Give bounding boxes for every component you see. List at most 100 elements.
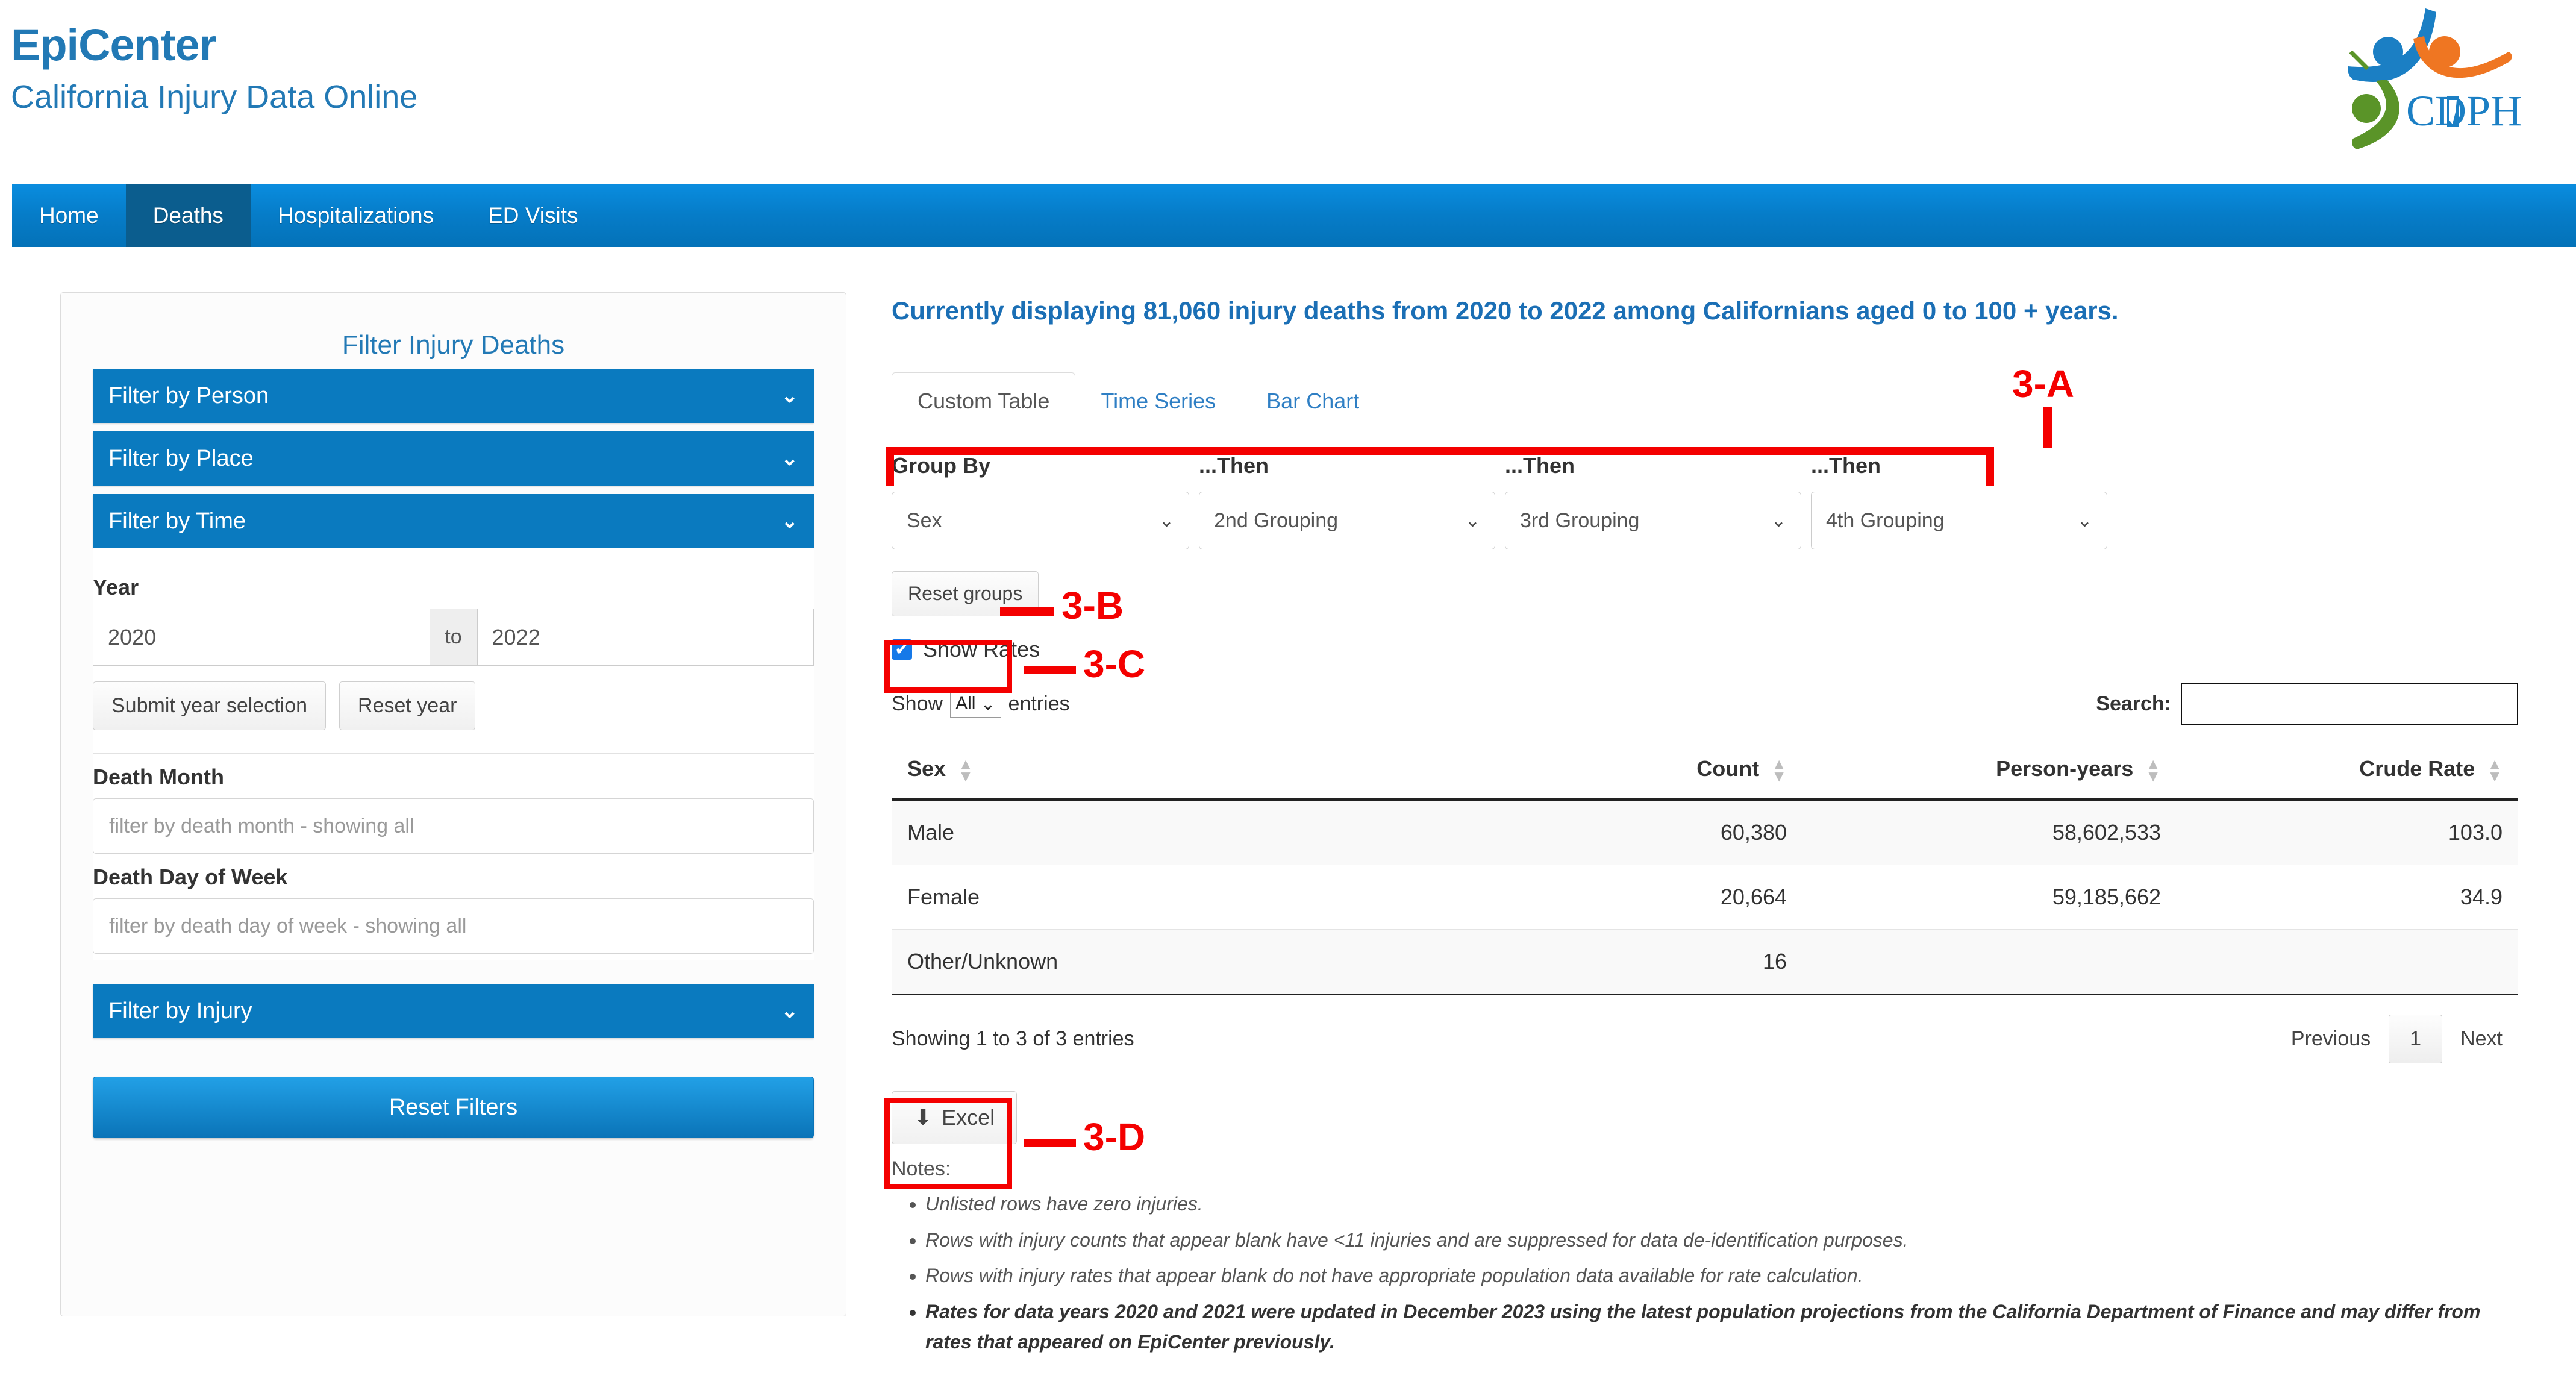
- show-entries-control: Show All ⌄ entries: [892, 690, 1070, 718]
- annotation-3d-leader: [1024, 1139, 1076, 1147]
- accordion-label-injury: Filter by Injury: [108, 998, 252, 1024]
- accordion-filter-by-injury[interactable]: Filter by Injury ⌄: [93, 984, 814, 1038]
- table-controls: Show All ⌄ entries Search:: [892, 683, 2518, 725]
- chevron-down-icon: ⌄: [1465, 510, 1480, 531]
- pagination-next[interactable]: Next: [2445, 1015, 2518, 1063]
- cell-count: 60,380: [1477, 800, 1802, 866]
- column-header-count-label: Count: [1696, 756, 1760, 781]
- column-header-person-years[interactable]: Person-years ▲ ▼: [1802, 745, 2177, 801]
- cell-person-years: [1802, 929, 2177, 996]
- annotation-3d-box: [884, 1098, 1012, 1189]
- group-by-headers: Group By ...Then ...Then ...Then: [892, 453, 2518, 478]
- cell-count: 16: [1477, 929, 1802, 996]
- pagination: Previous 1 Next: [2275, 1015, 2518, 1064]
- group-by-selects: Sex ⌄ 2nd Grouping ⌄ 3rd Grouping ⌄ 4th …: [892, 492, 2518, 549]
- sort-icon: ▲ ▼: [1771, 754, 1787, 786]
- accordion-filter-by-person[interactable]: Filter by Person ⌄: [93, 369, 814, 423]
- cell-crude-rate: 103.0: [2177, 800, 2518, 866]
- nav-item-deaths[interactable]: Deaths: [125, 184, 251, 247]
- annotation-3b-leader: [1000, 607, 1054, 616]
- year-to-input[interactable]: 2022: [477, 609, 814, 666]
- accordion-filter-by-place[interactable]: Filter by Place ⌄: [93, 431, 814, 486]
- cdph-logo: CDPH: [2329, 6, 2564, 157]
- show-entries-suffix: entries: [1008, 692, 1070, 715]
- nav-item-hospitalizations[interactable]: Hospitalizations: [251, 184, 461, 247]
- year-button-row: Submit year selection Reset year: [93, 681, 814, 730]
- year-from-input[interactable]: 2020: [93, 609, 430, 666]
- group-by-select-4-value: 4th Grouping: [1826, 509, 1945, 532]
- site-header: EpiCenter California Injury Data Online …: [0, 0, 2576, 181]
- group-by-section: Group By ...Then ...Then ...Then Sex ⌄ 2…: [892, 453, 2518, 549]
- accordion-label-place: Filter by Place: [108, 445, 254, 471]
- death-day-of-week-input[interactable]: filter by death day of week - showing al…: [93, 898, 814, 954]
- main-nav: Home Deaths Hospitalizations ED Visits: [12, 184, 2576, 247]
- table-body: Male 60,380 58,602,533 103.0 Female 20,6…: [892, 800, 2518, 996]
- group-by-select-1[interactable]: Sex ⌄: [892, 492, 1189, 549]
- nav-item-home[interactable]: Home: [12, 184, 126, 247]
- brand-title: EpiCenter: [11, 20, 217, 70]
- column-header-sex[interactable]: Sex ▲ ▼: [892, 745, 1477, 801]
- pagination-page-1[interactable]: 1: [2389, 1015, 2443, 1064]
- column-header-crude-rate[interactable]: Crude Rate ▲ ▼: [2177, 745, 2518, 801]
- entries-info: Showing 1 to 3 of 3 entries: [892, 1027, 1134, 1051]
- filter-panel-title: Filter Injury Deaths: [342, 330, 565, 360]
- reset-year-button[interactable]: Reset year: [339, 681, 476, 730]
- annotation-label-3d: 3-D: [1083, 1115, 1146, 1159]
- death-month-label: Death Month: [93, 765, 224, 789]
- annotation-label-3a: 3-A: [2012, 362, 2075, 405]
- annotation-label-3b: 3-B: [1061, 584, 1124, 627]
- results-heading: Currently displaying 81,060 injury death…: [892, 296, 2119, 325]
- annotation-3a-bracket-left: [886, 447, 894, 486]
- group-by-select-1-value: Sex: [907, 509, 942, 532]
- group-by-label-1: Group By: [892, 453, 991, 478]
- chevron-down-icon: ⌄: [781, 510, 799, 533]
- group-by-select-4[interactable]: 4th Grouping ⌄: [1811, 492, 2107, 549]
- cell-crude-rate: 34.9: [2177, 865, 2518, 930]
- column-header-count[interactable]: Count ▲ ▼: [1477, 745, 1802, 801]
- chevron-down-icon: ⌄: [2077, 510, 2092, 531]
- group-by-label-4: ...Then: [1811, 453, 1881, 478]
- entries-per-page-select[interactable]: All ⌄: [950, 690, 1001, 718]
- search-label: Search:: [2096, 692, 2171, 715]
- results-table: Sex ▲ ▼ Count ▲ ▼ Person-years ▲ ▼ Crude Ra…: [892, 745, 2518, 996]
- cell-sex: Male: [892, 800, 1477, 866]
- submit-year-selection-button[interactable]: Submit year selection: [93, 681, 327, 730]
- chevron-down-icon: ⌄: [980, 693, 996, 714]
- year-label: Year: [93, 575, 139, 599]
- accordion-label-person: Filter by Person: [108, 383, 269, 408]
- table-row: Female 20,664 59,185,662 34.9: [892, 865, 2518, 930]
- annotation-3a-bracket-right: [1986, 447, 1994, 486]
- search-input[interactable]: [2181, 683, 2518, 725]
- column-header-person-years-label: Person-years: [1996, 756, 2134, 781]
- year-to-separator: to: [430, 609, 477, 666]
- group-by-select-3[interactable]: 3rd Grouping ⌄: [1505, 492, 1801, 549]
- chevron-down-icon: ⌄: [781, 447, 799, 470]
- group-by-select-2[interactable]: 2nd Grouping ⌄: [1199, 492, 1495, 549]
- reset-filters-button[interactable]: Reset Filters: [93, 1077, 814, 1138]
- tab-bar-chart[interactable]: Bar Chart: [1241, 373, 1384, 430]
- group-by-select-3-value: 3rd Grouping: [1520, 509, 1640, 532]
- table-footer: Showing 1 to 3 of 3 entries Previous 1 N…: [892, 1015, 2518, 1064]
- entries-per-page-value: All: [955, 693, 976, 713]
- pagination-previous[interactable]: Previous: [2275, 1015, 2386, 1063]
- cell-sex: Female: [892, 865, 1477, 930]
- sort-icon: ▲ ▼: [958, 754, 974, 786]
- table-head: Sex ▲ ▼ Count ▲ ▼ Person-years ▲ ▼ Crude Ra…: [892, 745, 2518, 801]
- cell-count: 20,664: [1477, 865, 1802, 930]
- year-range-row: 2020 to 2022: [93, 609, 814, 666]
- brand-subtitle: California Injury Data Online: [11, 79, 418, 115]
- tab-custom-table[interactable]: Custom Table: [892, 372, 1076, 430]
- tab-time-series[interactable]: Time Series: [1075, 373, 1241, 430]
- note-item: Rows with injury rates that appear blank…: [925, 1261, 2518, 1291]
- table-row: Other/Unknown 16: [892, 929, 2518, 996]
- group-by-label-2: ...Then: [1199, 453, 1269, 478]
- accordion-filter-by-time[interactable]: Filter by Time ⌄: [93, 494, 814, 548]
- cell-person-years: 59,185,662: [1802, 865, 2177, 930]
- death-month-input[interactable]: filter by death month - showing all: [93, 798, 814, 854]
- cell-crude-rate: [2177, 929, 2518, 996]
- note-item: Unlisted rows have zero injuries.: [925, 1189, 2518, 1219]
- cell-sex: Other/Unknown: [892, 929, 1477, 996]
- page-body: Filter Injury Deaths Filter by Person ⌄ …: [0, 259, 2576, 1396]
- nav-item-ed-visits[interactable]: ED Visits: [461, 184, 605, 247]
- annotation-3c-leader: [1024, 666, 1076, 674]
